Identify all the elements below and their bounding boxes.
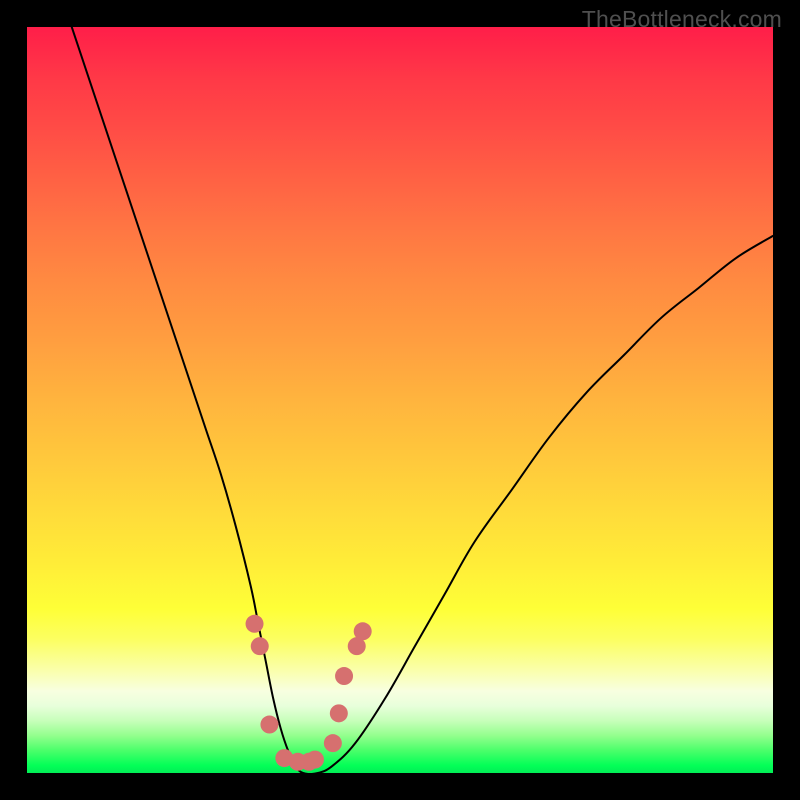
plot-area (27, 27, 773, 773)
data-marker (306, 751, 324, 769)
data-marker (324, 734, 342, 752)
data-marker (335, 667, 353, 685)
bottleneck-curve (72, 27, 773, 773)
chart-frame: TheBottleneck.com (0, 0, 800, 800)
data-marker (330, 704, 348, 722)
data-marker (354, 622, 372, 640)
data-marker (246, 615, 264, 633)
curve-svg (27, 27, 773, 773)
data-marker (260, 716, 278, 734)
data-marker (251, 637, 269, 655)
